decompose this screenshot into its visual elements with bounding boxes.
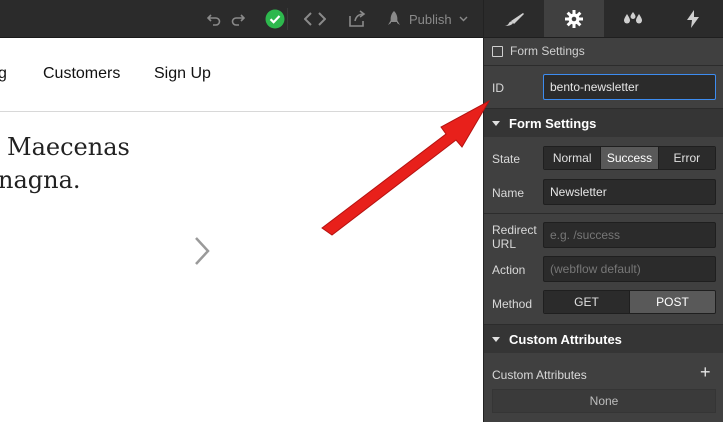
rocket-icon — [388, 11, 400, 25]
custom-attributes-empty: None — [492, 389, 716, 413]
redirect-url-placeholder: e.g. /success — [550, 228, 621, 242]
method-get-button[interactable]: GET — [544, 291, 630, 313]
state-segmented-control: Normal Success Error — [543, 146, 716, 170]
undo-icon[interactable] — [205, 9, 223, 29]
form-settings-toggle[interactable]: Form Settings — [492, 44, 585, 58]
site-navbar: g Customers Sign Up — [0, 38, 483, 112]
redo-icon[interactable] — [229, 9, 247, 29]
tab-style[interactable] — [484, 0, 544, 37]
method-segmented-control: GET POST — [543, 290, 716, 314]
slider-next-icon[interactable] — [193, 236, 211, 266]
method-post-button[interactable]: POST — [630, 291, 715, 313]
caret-down-icon — [492, 336, 500, 342]
action-field[interactable]: (webflow default) — [543, 256, 716, 282]
state-success-button[interactable]: Success — [601, 147, 659, 169]
chevron-down-icon — [459, 16, 468, 22]
caret-down-icon — [492, 120, 500, 126]
divider — [484, 213, 723, 214]
bolt-icon — [687, 9, 700, 28]
settings-panel: Form Settings ID bento-newsletter Form S… — [483, 0, 723, 422]
nav-link-partial[interactable]: g — [0, 65, 7, 83]
publish-button[interactable]: Publish — [386, 0, 468, 38]
hero-text: Maecenas nagna. — [0, 131, 130, 197]
custom-attributes-label: Custom Attributes — [492, 368, 587, 382]
state-error-button[interactable]: Error — [658, 147, 715, 169]
toolbar-divider — [287, 8, 288, 30]
action-label: Action — [492, 263, 526, 277]
method-label: Method — [492, 297, 533, 311]
name-label: Name — [492, 186, 525, 200]
check-circle-icon[interactable] — [264, 9, 286, 29]
checkbox[interactable] — [492, 45, 503, 57]
nav-link-customers[interactable]: Customers — [43, 65, 120, 83]
designer-toolbar: Publish — [0, 0, 483, 38]
export-icon[interactable] — [346, 9, 368, 29]
tab-interactions[interactable] — [604, 0, 664, 37]
add-attribute-icon[interactable]: + — [700, 363, 711, 381]
name-field-value: Newsletter — [550, 185, 607, 199]
drops-icon — [624, 11, 643, 23]
custom-attributes-empty-text: None — [589, 394, 619, 408]
id-field[interactable]: bento-newsletter — [543, 74, 716, 100]
action-placeholder: (webflow default) — [550, 262, 641, 276]
custom-attributes-section-header[interactable]: Custom Attributes — [484, 325, 723, 353]
tab-settings[interactable] — [543, 0, 604, 37]
code-icon[interactable] — [303, 9, 327, 29]
form-settings-section-title: Form Settings — [509, 115, 597, 131]
panel-tabs — [484, 0, 723, 38]
id-field-value: bento-newsletter — [550, 80, 639, 94]
id-label: ID — [492, 81, 504, 95]
state-normal-button[interactable]: Normal — [544, 147, 602, 169]
brush-icon — [503, 12, 524, 26]
redirect-label-line1: Redirect — [492, 223, 537, 237]
redirect-url-field[interactable]: e.g. /success — [543, 222, 716, 248]
hero-line-2: nagna. — [0, 166, 81, 194]
form-settings-section-header[interactable]: Form Settings — [484, 109, 723, 137]
gear-icon — [564, 9, 583, 28]
divider — [484, 65, 723, 66]
form-settings-toggle-label: Form Settings — [510, 44, 585, 58]
name-field[interactable]: Newsletter — [543, 179, 716, 205]
design-canvas[interactable]: g Customers Sign Up Maecenas nagna. — [0, 38, 483, 422]
redirect-label-line2: URL — [492, 237, 517, 251]
nav-link-sign-up[interactable]: Sign Up — [154, 65, 211, 83]
hero-line-1: Maecenas — [7, 133, 130, 161]
state-label: State — [492, 152, 521, 166]
custom-attributes-section-title: Custom Attributes — [509, 331, 622, 347]
tab-lightning[interactable] — [663, 0, 723, 37]
publish-label: Publish — [409, 11, 452, 27]
